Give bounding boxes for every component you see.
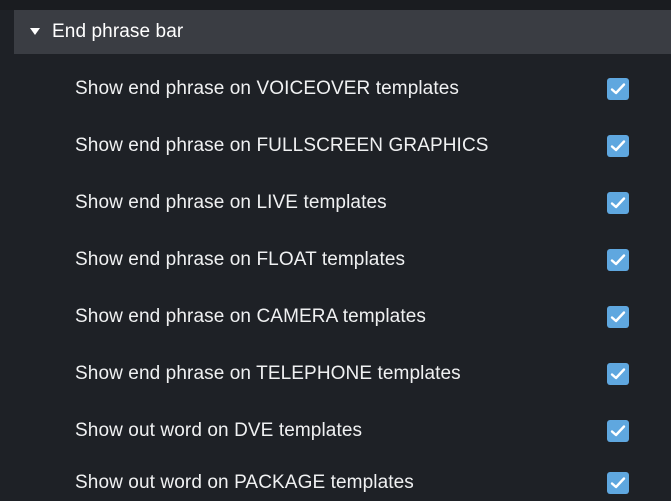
setting-row: Show end phrase on VOICEOVER templates: [14, 60, 671, 117]
section-header-end-phrase-bar[interactable]: End phrase bar: [14, 10, 671, 54]
setting-checkbox[interactable]: [607, 419, 629, 442]
setting-label: Show end phrase on FULLSCREEN GRAPHICS: [75, 134, 489, 156]
setting-checkbox[interactable]: [607, 134, 629, 157]
checkmark-icon: [610, 253, 626, 265]
setting-row: Show end phrase on TELEPHONE templates: [14, 345, 671, 402]
setting-row: Show out word on PACKAGE templates: [14, 454, 671, 501]
setting-row: Show end phrase on CAMERA templates: [14, 288, 671, 345]
checkmark-icon: [610, 196, 626, 208]
setting-checkbox[interactable]: [607, 471, 629, 494]
setting-label: Show end phrase on CAMERA templates: [75, 305, 426, 327]
setting-row: Show end phrase on FLOAT templates: [14, 231, 671, 288]
setting-label: Show out word on PACKAGE templates: [75, 471, 414, 493]
checkmark-icon: [610, 367, 626, 379]
setting-checkbox[interactable]: [607, 77, 629, 100]
checkmark-icon: [610, 424, 626, 436]
setting-checkbox[interactable]: [607, 248, 629, 271]
setting-row: Show end phrase on FULLSCREEN GRAPHICS: [14, 117, 671, 174]
setting-label: Show end phrase on VOICEOVER templates: [75, 77, 459, 99]
checkmark-icon: [610, 139, 626, 151]
settings-panel: End phrase bar Show end phrase on VOICEO…: [0, 0, 671, 501]
checkmark-icon: [610, 476, 626, 488]
panel-top-border: [0, 0, 671, 10]
setting-row: Show end phrase on LIVE templates: [14, 174, 671, 231]
setting-checkbox[interactable]: [607, 362, 629, 385]
section-title: End phrase bar: [52, 21, 184, 42]
setting-label: Show end phrase on FLOAT templates: [75, 248, 406, 270]
caret-down-icon[interactable]: [30, 28, 40, 36]
checkmark-icon: [610, 310, 626, 322]
setting-row: Show out word on DVE templates: [14, 402, 671, 459]
setting-checkbox[interactable]: [607, 305, 629, 328]
checkmark-icon: [610, 82, 626, 94]
setting-label: Show out word on DVE templates: [75, 419, 363, 441]
setting-label: Show end phrase on LIVE templates: [75, 191, 387, 213]
setting-label: Show end phrase on TELEPHONE templates: [75, 362, 461, 384]
setting-checkbox[interactable]: [607, 191, 629, 214]
